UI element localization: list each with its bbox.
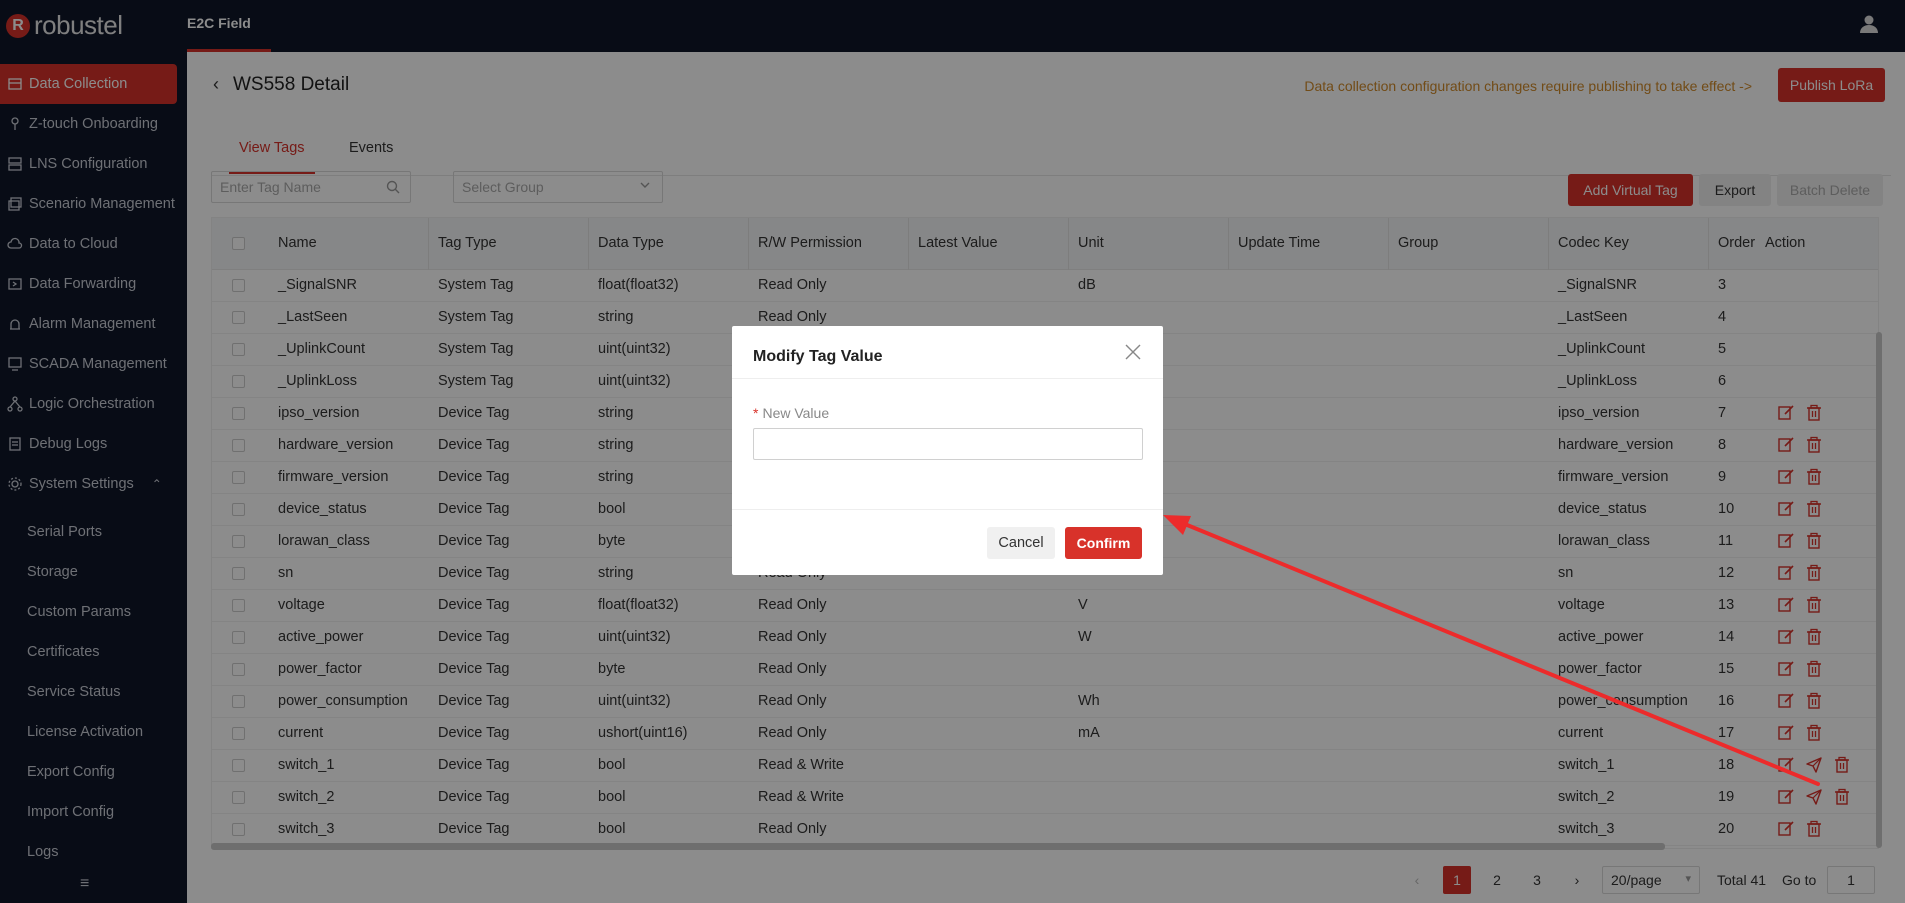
close-icon[interactable] bbox=[1125, 344, 1141, 360]
cancel-button[interactable]: Cancel bbox=[987, 527, 1055, 559]
dialog-header: Modify Tag Value bbox=[732, 326, 1163, 379]
modify-tag-value-dialog: Modify Tag Value * New Value Cancel Confi… bbox=[732, 326, 1163, 575]
confirm-button[interactable]: Confirm bbox=[1065, 527, 1142, 559]
dialog-title: Modify Tag Value bbox=[753, 348, 883, 365]
new-value-label: * New Value bbox=[753, 405, 829, 421]
new-value-input[interactable] bbox=[753, 428, 1143, 460]
new-value-label-text: New Value bbox=[762, 405, 830, 421]
required-marker: * bbox=[753, 405, 759, 421]
dialog-footer: Cancel Confirm bbox=[732, 509, 1163, 575]
